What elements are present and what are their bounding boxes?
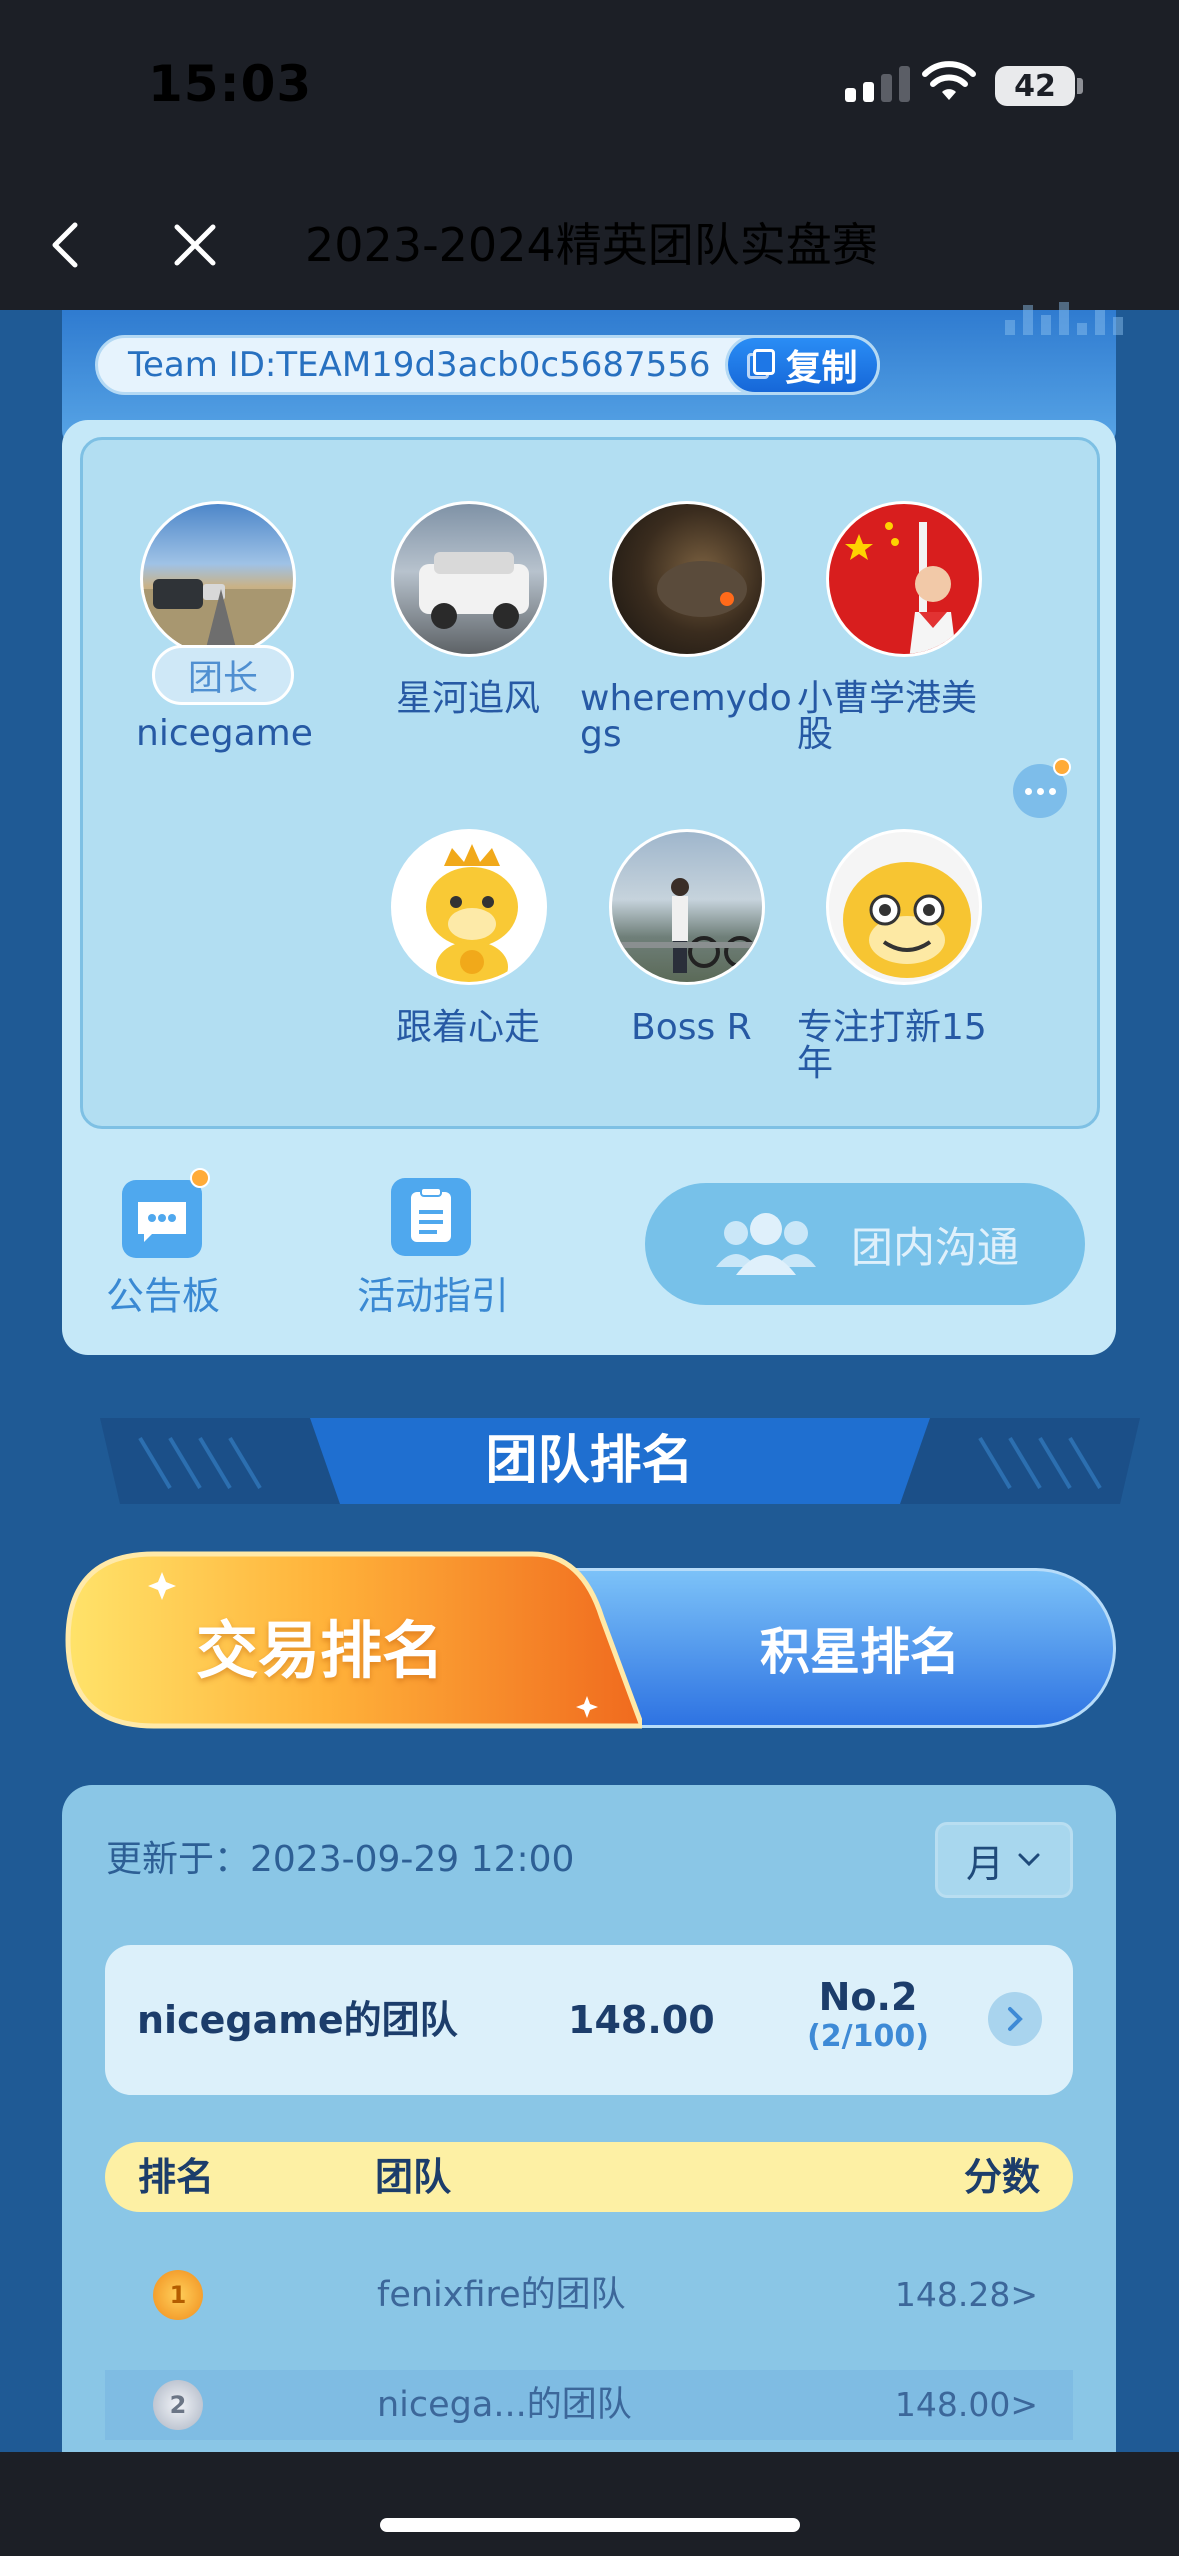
team-id-text: Team ID:TEAM19d3acb0c5687556 xyxy=(128,345,711,385)
decorative-stripes xyxy=(1005,300,1135,335)
chevron-right-icon[interactable] xyxy=(988,1992,1042,2046)
row-team-name: fenixfire的团队 xyxy=(377,2275,626,2315)
ranking-table-header: 排名 团队 分数 xyxy=(105,2142,1073,2212)
document-icon xyxy=(411,1187,451,1242)
copy-label: 复制 xyxy=(785,348,858,389)
member-avatar[interactable] xyxy=(391,829,547,985)
member-avatar[interactable] xyxy=(609,501,765,657)
copy-icon xyxy=(747,349,777,381)
team-chat-button[interactable]: 团内沟通 xyxy=(645,1183,1085,1305)
notification-dot xyxy=(1053,758,1071,776)
member-avatar[interactable] xyxy=(140,501,296,657)
notice-board-label[interactable]: 公告板 xyxy=(106,1265,220,1320)
back-arrow-icon[interactable] xyxy=(40,215,90,275)
period-select[interactable]: 月 xyxy=(935,1822,1073,1898)
member-avatar[interactable] xyxy=(826,501,982,657)
close-icon[interactable] xyxy=(165,215,225,275)
leader-badge: 团长 xyxy=(152,645,294,705)
my-team-score: 148.00 xyxy=(568,1998,715,2042)
avatar-image xyxy=(843,862,971,978)
period-value: 月 xyxy=(965,1841,1004,1886)
header-team: 团队 xyxy=(375,2155,452,2199)
member-name: Boss R xyxy=(631,1007,752,1048)
copy-button[interactable]: 复制 xyxy=(725,335,880,395)
avatar-image xyxy=(426,844,518,982)
section-title: 团队排名 xyxy=(485,1431,694,1491)
member-avatar[interactable] xyxy=(826,829,982,985)
guide-label[interactable]: 活动指引 xyxy=(357,1265,509,1320)
avatar-image xyxy=(845,522,957,654)
tab-star-ranking-label[interactable]: 积星排名 xyxy=(700,1568,1020,1728)
status-time: 15:03 xyxy=(148,55,313,113)
medal-rank: 2 xyxy=(169,2391,187,2419)
gold-medal-icon: 1 xyxy=(153,2270,203,2320)
row-team-name: nicega...的团队 xyxy=(377,2385,632,2425)
row-score: 148.00> xyxy=(894,2385,1038,2424)
page-title: 2023-2024精英团队实盘赛 xyxy=(305,218,878,272)
avatar-image xyxy=(143,579,293,654)
member-avatar[interactable] xyxy=(609,829,765,985)
member-name: 专注打新15 年 xyxy=(797,1007,987,1084)
header-score: 分数 xyxy=(963,2155,1040,2199)
member-name: wheremydo gs xyxy=(580,678,792,755)
tab-trade-ranking-label[interactable]: 交易排名 xyxy=(110,1560,530,1730)
my-team-rank-detail: (2/100) xyxy=(807,2019,929,2054)
avatar-image xyxy=(657,561,747,617)
battery-level: 42 xyxy=(1014,68,1056,104)
cellular-signal-icon xyxy=(845,66,910,102)
home-indicator-bar xyxy=(0,2452,1179,2556)
chat-bubble-icon xyxy=(138,1202,186,1242)
battery-icon: 42 xyxy=(995,66,1075,106)
row-score: 148.28> xyxy=(894,2275,1038,2314)
header-rank: 排名 xyxy=(138,2155,215,2199)
home-indicator[interactable] xyxy=(380,2518,800,2532)
table-row[interactable]: 2 nicega...的团队 148.00> xyxy=(105,2370,1073,2440)
member-avatar[interactable] xyxy=(391,501,547,657)
table-row[interactable]: 1 fenixfire的团队 148.28> xyxy=(105,2260,1073,2330)
avatar-image xyxy=(612,878,762,973)
medal-rank: 1 xyxy=(169,2281,187,2309)
silver-medal-icon: 2 xyxy=(153,2380,203,2430)
group-icon xyxy=(715,1213,816,1275)
member-name: 小曹学港美 股 xyxy=(797,678,978,755)
update-time: 更新于：2023-09-29 12:00 xyxy=(106,1839,575,1880)
notification-dot xyxy=(190,1168,210,1188)
my-team-rank: No.2 xyxy=(818,1975,918,2019)
avatar-image xyxy=(419,552,529,629)
my-team-name: nicegame的团队 xyxy=(137,1998,458,2042)
member-name: nicegame xyxy=(136,713,313,754)
wifi-icon xyxy=(922,61,976,100)
chevron-down-icon xyxy=(1018,1853,1040,1867)
team-chat-label: 团内沟通 xyxy=(850,1222,1019,1272)
battery-tip xyxy=(1077,78,1083,94)
notice-board-icon[interactable] xyxy=(122,1180,202,1258)
guide-icon[interactable] xyxy=(391,1178,471,1256)
member-name: 跟着心走 xyxy=(396,1007,541,1048)
member-name: 星河追风 xyxy=(396,678,541,719)
